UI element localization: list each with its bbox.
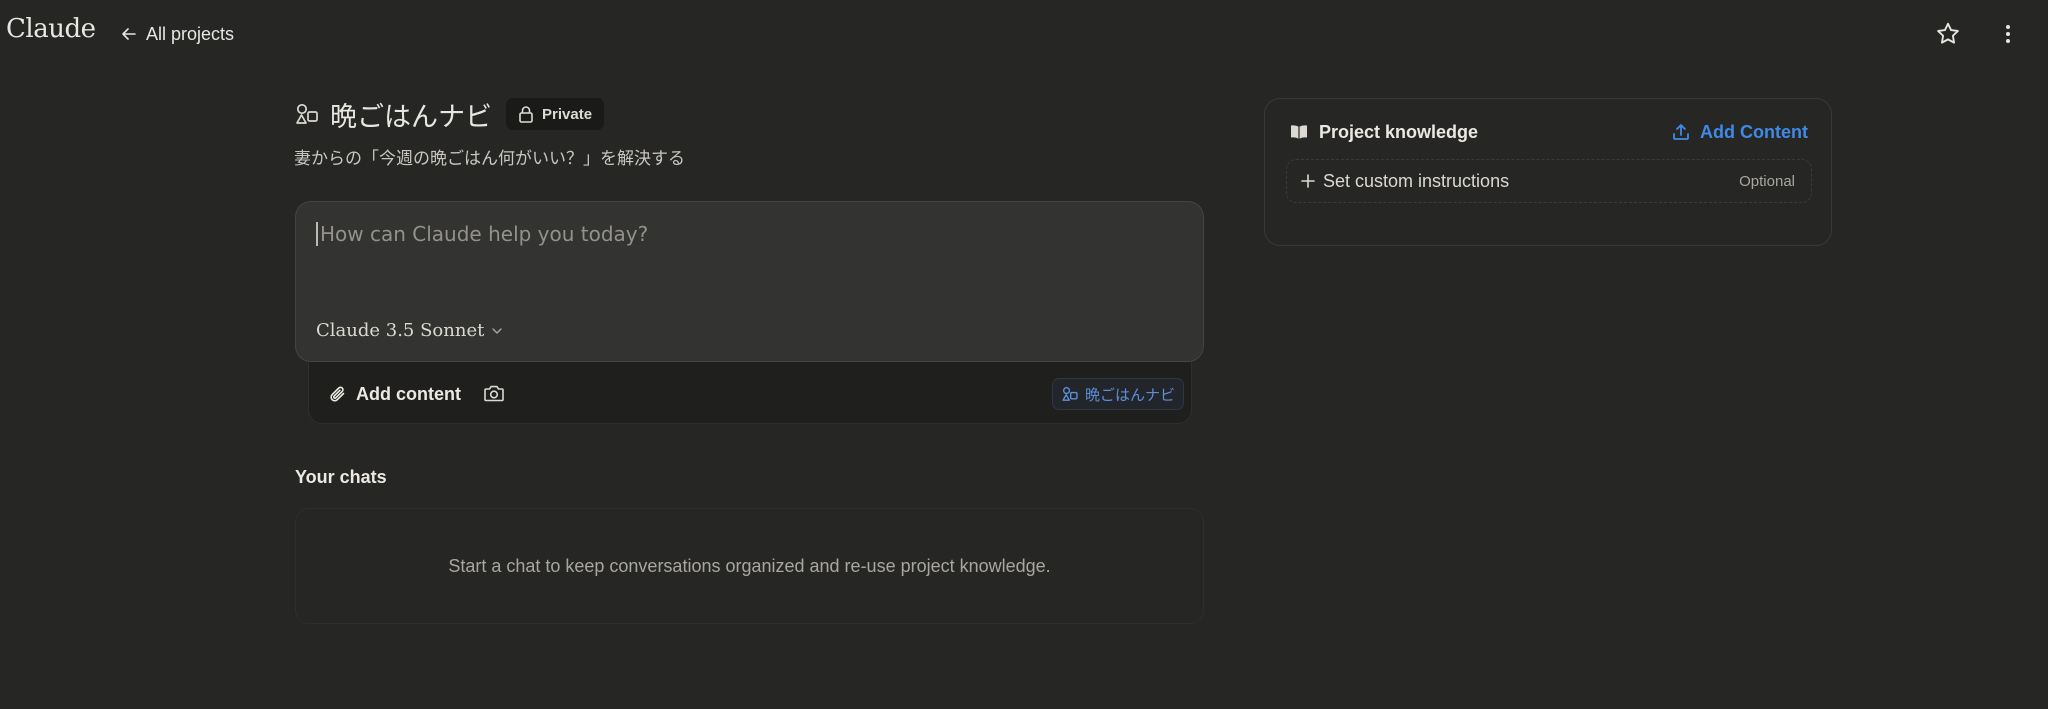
model-selector[interactable]: Claude 3.5 Sonnet (316, 320, 504, 341)
chats-empty-message: Start a chat to keep conversations organ… (448, 555, 1051, 576)
add-content-label: Add content (356, 383, 461, 404)
private-label: Private (542, 105, 593, 123)
upload-icon (1671, 122, 1691, 142)
custom-instructions-label: Set custom instructions (1323, 170, 1510, 191)
chats-empty-state: Start a chat to keep conversations organ… (295, 508, 1204, 624)
all-projects-link[interactable]: All projects (120, 20, 234, 48)
add-content-button[interactable]: Add content (328, 380, 461, 408)
text-caret (316, 222, 318, 246)
add-content-link-label: Add Content (1700, 121, 1808, 142)
all-projects-label: All projects (146, 23, 235, 44)
project-chip[interactable]: 晩ごはんナビ (1052, 378, 1185, 410)
optional-label: Optional (1739, 172, 1795, 190)
camera-icon[interactable] (483, 383, 505, 403)
project-title-row: 晩ごはんナビ Private (294, 96, 605, 133)
project-title: 晩ごはんナビ (330, 101, 492, 133)
add-knowledge-content-button[interactable]: Add Content (1671, 120, 1808, 144)
project-chip-label: 晩ごはんナビ (1085, 385, 1176, 404)
plus-icon (1301, 174, 1315, 188)
more-vertical-icon[interactable] (1996, 20, 2020, 48)
chat-input-placeholder: How can Claude help you today? (316, 222, 648, 246)
project-shapes-icon (294, 101, 320, 127)
star-icon[interactable] (1934, 20, 1962, 48)
lock-icon (518, 105, 534, 123)
claude-logo[interactable]: Claude (6, 14, 96, 44)
project-description: 妻からの「今週の晩ごはん何がいい？」を解決する (294, 149, 685, 169)
chevron-down-icon (490, 324, 504, 338)
paperclip-icon (328, 384, 348, 404)
book-open-icon (1289, 123, 1309, 141)
project-knowledge-title: Project knowledge (1289, 120, 1478, 144)
your-chats-heading: Your chats (295, 467, 387, 487)
set-custom-instructions-button[interactable]: Set custom instructions Optional (1286, 159, 1812, 203)
placeholder-text: How can Claude help you today? (320, 222, 649, 246)
project-shapes-icon (1061, 385, 1079, 403)
project-knowledge-label: Project knowledge (1319, 121, 1479, 142)
arrow-left-icon (120, 25, 138, 43)
private-badge[interactable]: Private (506, 98, 605, 130)
model-name: Claude 3.5 Sonnet (316, 320, 485, 341)
